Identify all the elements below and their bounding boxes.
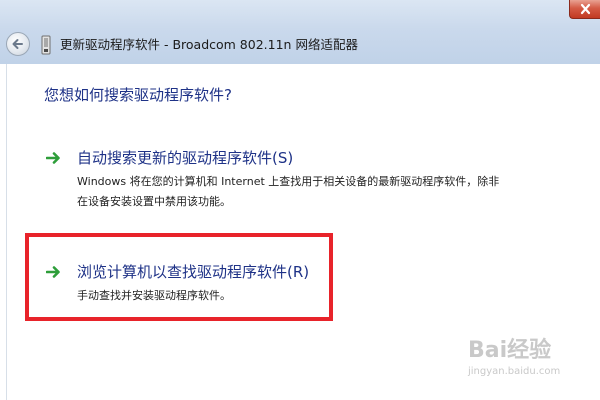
page-question: 您想如何搜索驱动程序软件?	[44, 86, 232, 104]
window-title: 更新驱动程序软件 - Broadcom 802.11n 网络适配器	[60, 37, 358, 52]
option-title[interactable]: 自动搜索更新的驱动程序软件(S)	[77, 148, 293, 168]
watermark-url: jingyan.baidu.com	[468, 366, 561, 377]
highlight-box	[25, 233, 333, 321]
close-button[interactable]	[569, 0, 600, 19]
network-adapter-icon	[41, 35, 51, 55]
watermark: Bai经验	[468, 338, 552, 363]
option-description: Windows 将在您的计算机和 Internet 上查找用于相关设备的最新驱动…	[77, 175, 500, 208]
back-button[interactable]	[6, 32, 30, 56]
green-arrow-icon	[46, 152, 60, 164]
window-titlebar: 更新驱动程序软件 - Broadcom 802.11n 网络适配器	[0, 0, 600, 64]
close-icon	[580, 3, 591, 15]
back-arrow-icon	[12, 39, 23, 49]
